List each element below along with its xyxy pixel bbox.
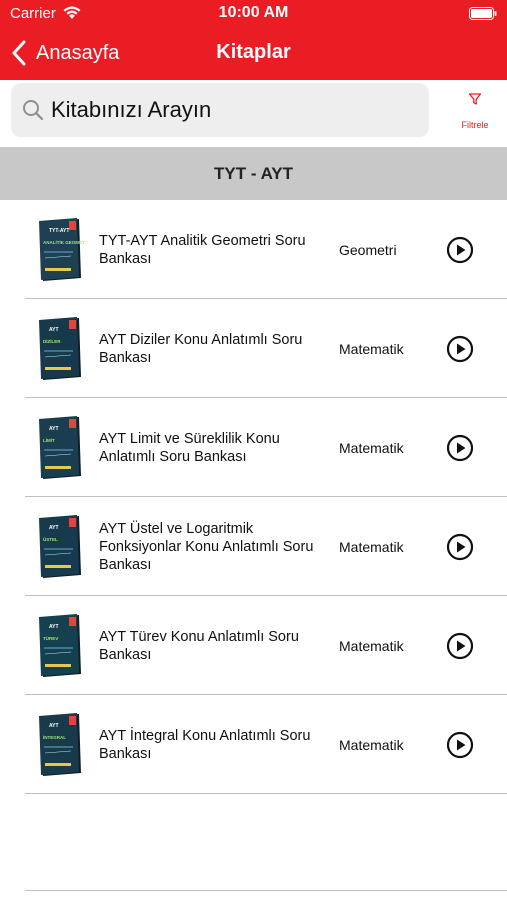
book-cover-top-text: AYT <box>49 426 59 432</box>
status-time: 10:00 AM <box>218 4 289 21</box>
book-cover-title-text: LİMİT <box>43 437 55 443</box>
book-category: Matematik <box>339 596 404 695</box>
book-cover-top-text: AYT <box>49 723 59 729</box>
book-title: AYT Limit ve Süreklilik Konu Anlatımlı S… <box>99 398 329 497</box>
book-category: Matematik <box>339 299 404 398</box>
book-title-text: AYT Üstel ve Logaritmik Fonksiyonlar Kon… <box>99 520 314 573</box>
book-title: AYT Diziler Konu Anlatımlı Soru Bankası <box>99 299 329 398</box>
book-cover-title-text: İNTEGRAL <box>43 734 66 740</box>
book-cover-image: AYT LİMİT <box>39 416 81 479</box>
page-title: Kitaplar <box>216 41 291 63</box>
book-cover-title-text: ÜSTEL <box>43 536 58 542</box>
search-area: Filtrele <box>0 80 507 144</box>
book-title: AYT Üstel ve Logaritmik Fonksiyonlar Kon… <box>99 497 329 596</box>
book-category: Matematik <box>339 497 404 596</box>
book-title-text: AYT Limit ve Süreklilik Konu Anlatımlı S… <box>99 430 280 465</box>
book-title: AYT İntegral Konu Anlatımlı Soru Bankası <box>99 695 329 794</box>
book-cover-title-text: DİZİLER <box>43 338 61 344</box>
book-cover-image: AYT DİZİLER <box>39 317 81 380</box>
book-row[interactable]: AYT İNTEGRAL AYT İntegral Konu Anlatımlı S… <box>0 695 507 794</box>
book-category-text: Matematik <box>339 736 404 753</box>
book-category-text: Geometri <box>339 241 397 258</box>
book-title-text: AYT Diziler Konu Anlatımlı Soru Bankası <box>99 331 303 366</box>
book-category: Matematik <box>339 695 404 794</box>
play-icon[interactable] <box>446 236 474 264</box>
book-category: Geometri <box>339 200 397 299</box>
book-title: TYT-AYT Analitik Geometri Soru Bankası <box>99 200 329 299</box>
book-cover-top-text: TYT-AYT <box>49 228 69 234</box>
battery-icon <box>469 7 497 20</box>
search-box[interactable] <box>11 83 429 137</box>
search-input[interactable] <box>51 97 411 123</box>
section-header: TYT - AYT <box>0 147 507 200</box>
book-category: Matematik <box>339 398 404 497</box>
book-category-text: Matematik <box>339 637 404 654</box>
book-row[interactable]: AYT LİMİT AYT Limit ve Süreklilik Konu Anl… <box>0 398 507 497</box>
book-row[interactable]: AYT ÜSTEL AYT Üstel ve Logaritmik Fonksiyo… <box>0 497 507 596</box>
book-cover-image: AYT İNTEGRAL <box>39 713 81 776</box>
play-icon[interactable] <box>446 632 474 660</box>
app-header: Carrier 10:00 AM Anasayfa Kitaplar <box>0 0 507 80</box>
play-icon[interactable] <box>446 434 474 462</box>
filter-icon <box>468 93 482 105</box>
book-cover-title-text: ANALİTİK GEOMETRİ <box>43 239 85 245</box>
book-cover-image: TYT-AYT ANALİTİK GEOMETRİ <box>39 218 85 281</box>
book-category-text: Matematik <box>339 538 404 555</box>
book-title-text: TYT-AYT Analitik Geometri Soru Bankası <box>99 232 306 267</box>
book-category-text: Matematik <box>339 340 404 357</box>
book-row[interactable]: TYT-AYT ANALİTİK GEOMETRİ TYT-AYT Analitik… <box>0 200 507 299</box>
book-row[interactable]: AYT DİZİLER AYT Diziler Konu Anlatımlı Sor… <box>0 299 507 398</box>
book-title: AYT Türev Konu Anlatımlı Soru Bankası <box>99 596 329 695</box>
book-title-text: AYT Türev Konu Anlatımlı Soru Bankası <box>99 628 299 663</box>
filter-button[interactable]: Filtrele <box>446 88 504 136</box>
book-title-text: AYT İntegral Konu Anlatımlı Soru Bankası <box>99 727 311 762</box>
book-category-text: Matematik <box>339 439 404 456</box>
section-title: TYT - AYT <box>213 163 294 183</box>
list-bottom-divider <box>25 890 507 891</box>
filter-label: Filtrele <box>461 120 489 130</box>
play-icon[interactable] <box>446 731 474 759</box>
status-bar: Carrier 10:00 AM <box>0 0 507 28</box>
book-cover-title-text: TÜREV <box>43 635 58 641</box>
play-icon[interactable] <box>446 533 474 561</box>
search-icon <box>23 100 44 121</box>
book-row[interactable]: AYT TÜREV AYT Türev Konu Anlatımlı Soru Ba… <box>0 596 507 695</box>
book-list: TYT-AYT ANALİTİK GEOMETRİ TYT-AYT Analitik… <box>0 200 507 794</box>
book-cover-image: AYT ÜSTEL <box>39 515 81 578</box>
book-cover-top-text: AYT <box>49 525 59 531</box>
play-icon[interactable] <box>446 335 474 363</box>
navigation-bar: Anasayfa Kitaplar <box>0 28 507 80</box>
book-cover-top-text: AYT <box>49 624 59 630</box>
book-cover-top-text: AYT <box>49 327 59 333</box>
book-cover-image: AYT TÜREV <box>39 614 81 677</box>
